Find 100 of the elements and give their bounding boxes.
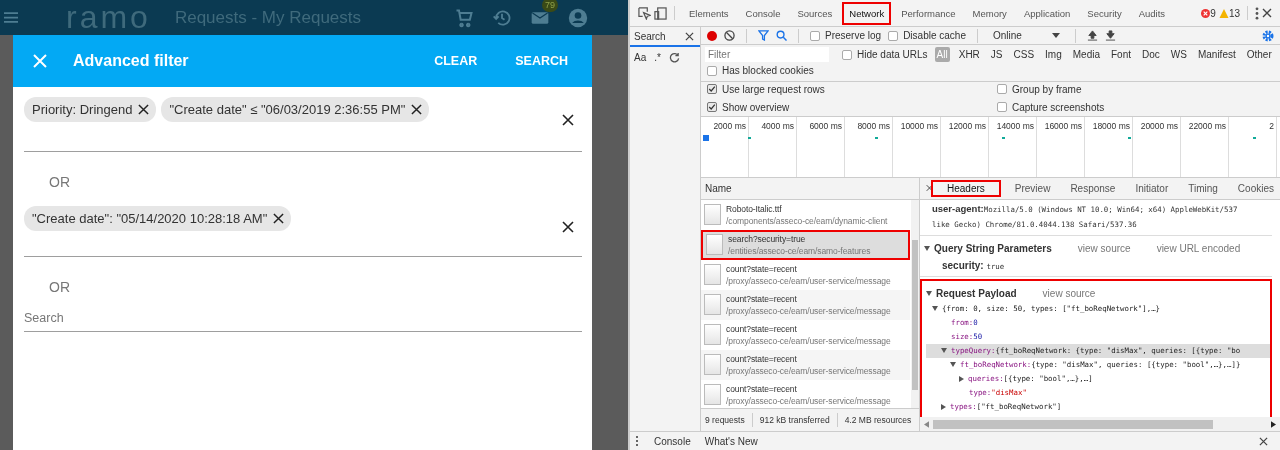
timeline-tick: 14000 ms: [996, 120, 1034, 131]
summary-text: 912 kB transferred: [759, 415, 830, 425]
devtools-tab[interactable]: Network: [842, 1, 892, 25]
view-link[interactable]: view source: [1042, 287, 1096, 299]
checkbox[interactable]: [997, 102, 1007, 112]
checkbox[interactable]: [842, 49, 852, 60]
request-row[interactable]: count?state=recent /proxy/asseco-ce/eam/user-service/message: [701, 379, 910, 408]
inspect-icon[interactable]: [638, 6, 651, 20]
close-button[interactable]: [33, 54, 47, 68]
close-icon[interactable]: [1262, 8, 1272, 18]
settings-icon[interactable]: [1262, 29, 1274, 42]
devtools-tab[interactable]: Memory: [965, 1, 1014, 25]
view-link[interactable]: view URL encoded: [1156, 242, 1241, 254]
checkbox[interactable]: [707, 65, 717, 76]
devtools-tab[interactable]: Application: [1016, 1, 1078, 25]
checkbox-label: Use large request rows: [722, 83, 825, 95]
checkbox[interactable]: [997, 84, 1007, 94]
throttling-dropdown[interactable]: Online: [988, 30, 1064, 41]
drawer-tab[interactable]: What's New: [704, 435, 758, 447]
expand-arrow-icon[interactable]: [926, 290, 932, 296]
close-icon[interactable]: [1259, 436, 1268, 446]
devtools-tab[interactable]: Sources: [790, 1, 840, 25]
history-icon[interactable]: [492, 7, 512, 28]
type-filter-button[interactable]: Other: [1244, 47, 1274, 62]
devtools-tab[interactable]: Security: [1080, 1, 1129, 25]
remove-icon[interactable]: [138, 104, 150, 115]
type-filter-button[interactable]: Doc: [1140, 47, 1162, 62]
type-filter-button[interactable]: Img: [1043, 47, 1064, 62]
request-row[interactable]: count?state=recent /proxy/asseco-ce/eam/user-service/message: [701, 349, 910, 380]
section-title: Query String Parameters: [934, 242, 1052, 254]
scrollbar-thumb[interactable]: [933, 419, 1213, 429]
devtools-tab[interactable]: Console: [738, 1, 788, 25]
checkbox[interactable]: [888, 30, 899, 41]
checkbox-label: Capture screenshots: [1012, 101, 1105, 113]
filter-chip[interactable]: "Create date": "05/14/2020 10:28:18 AM": [24, 206, 292, 231]
scroll-right-icon[interactable]: [1271, 420, 1276, 428]
cart-icon[interactable]: [454, 7, 474, 28]
type-filter-button[interactable]: Media: [1070, 47, 1102, 62]
search-icon[interactable]: [776, 30, 787, 41]
type-filter-button[interactable]: CSS: [1011, 47, 1037, 62]
search-option-toggle[interactable]: .*: [654, 52, 661, 63]
filter-icon[interactable]: [758, 30, 769, 41]
checkbox-label: Show overview: [722, 101, 790, 113]
detail-tab[interactable]: Headers: [931, 179, 1001, 197]
timeline-tick: 2: [1269, 120, 1274, 131]
more-icon[interactable]: [1255, 6, 1259, 20]
request-row[interactable]: count?state=recent /proxy/asseco-ce/eam/user-service/message: [701, 319, 910, 350]
download-icon[interactable]: [1104, 30, 1116, 41]
remove-icon[interactable]: [411, 104, 423, 115]
checkbox[interactable]: [707, 102, 717, 112]
detail-tab[interactable]: Cookies: [1231, 180, 1280, 196]
checkbox-label: Has blocked cookies: [722, 65, 814, 76]
filter-chip[interactable]: Priority: Dringend: [24, 97, 157, 122]
request-row[interactable]: search?security=true /entities/asseco-ce/eam/samo-features: [701, 229, 910, 260]
account-icon[interactable]: [568, 7, 588, 28]
devtools-tab[interactable]: Audits: [1131, 1, 1173, 25]
column-header[interactable]: Name: [701, 177, 919, 200]
request-row[interactable]: count?state=recent /proxy/asseco-ce/eam/user-service/message: [701, 259, 910, 290]
type-filter-button[interactable]: WS: [1168, 47, 1189, 62]
search-option-toggle[interactable]: Aa: [634, 52, 647, 63]
drawer-tab[interactable]: Console: [654, 435, 691, 447]
record-icon[interactable]: [707, 30, 717, 41]
checkbox-label: Preserve log: [825, 30, 882, 41]
request-row[interactable]: count?state=recent /proxy/asseco-ce/eam/user-service/message: [701, 289, 910, 320]
detail-tab[interactable]: Preview: [1008, 180, 1057, 196]
detail-tab[interactable]: Initiator: [1129, 180, 1175, 196]
device-icon[interactable]: [654, 6, 667, 20]
close-icon[interactable]: [926, 184, 933, 192]
type-filter-button[interactable]: Font: [1109, 47, 1133, 62]
type-filter-button[interactable]: XHR: [956, 47, 982, 62]
close-icon[interactable]: [685, 31, 694, 41]
timeline-tick: 20000 ms: [1140, 120, 1178, 131]
scrollbar-thumb[interactable]: [912, 239, 918, 390]
filter-chip[interactable]: "Create date" ≤ "06/03/2019 2:36:55 PM": [161, 97, 430, 122]
menu-icon[interactable]: [4, 12, 18, 23]
section-title: Request Payload: [936, 287, 1017, 299]
refresh-icon[interactable]: [668, 52, 680, 63]
scroll-left-icon[interactable]: [924, 420, 929, 428]
view-link[interactable]: view source: [1077, 242, 1131, 254]
detail-tab[interactable]: Timing: [1182, 180, 1224, 196]
warning-icon: [1218, 8, 1229, 18]
file-icon: [704, 354, 721, 375]
remove-icon[interactable]: [273, 213, 285, 224]
type-filter-button[interactable]: JS: [988, 47, 1005, 62]
devtools-tab[interactable]: Performance: [894, 1, 963, 25]
checkbox[interactable]: [707, 84, 717, 94]
caret-icon: [1051, 33, 1060, 38]
expand-arrow-icon[interactable]: [924, 245, 930, 251]
request-row[interactable]: Roboto-Italic.ttf /components/asseco-ce/eam/dynamic-client: [701, 199, 910, 230]
error-icon: [1201, 8, 1211, 18]
clear-icon[interactable]: [562, 114, 574, 126]
clear-log-icon[interactable]: [724, 30, 735, 41]
checkbox[interactable]: [810, 30, 820, 41]
filter-field[interactable]: Filter: [705, 47, 829, 62]
devtools-tab[interactable]: Elements: [682, 1, 736, 25]
clear-icon[interactable]: [562, 221, 574, 233]
upload-icon[interactable]: [1086, 30, 1098, 41]
type-filter-button[interactable]: Manifest: [1195, 47, 1238, 62]
detail-tab[interactable]: Response: [1064, 180, 1122, 196]
search-panel-tab[interactable]: Search: [634, 30, 666, 42]
